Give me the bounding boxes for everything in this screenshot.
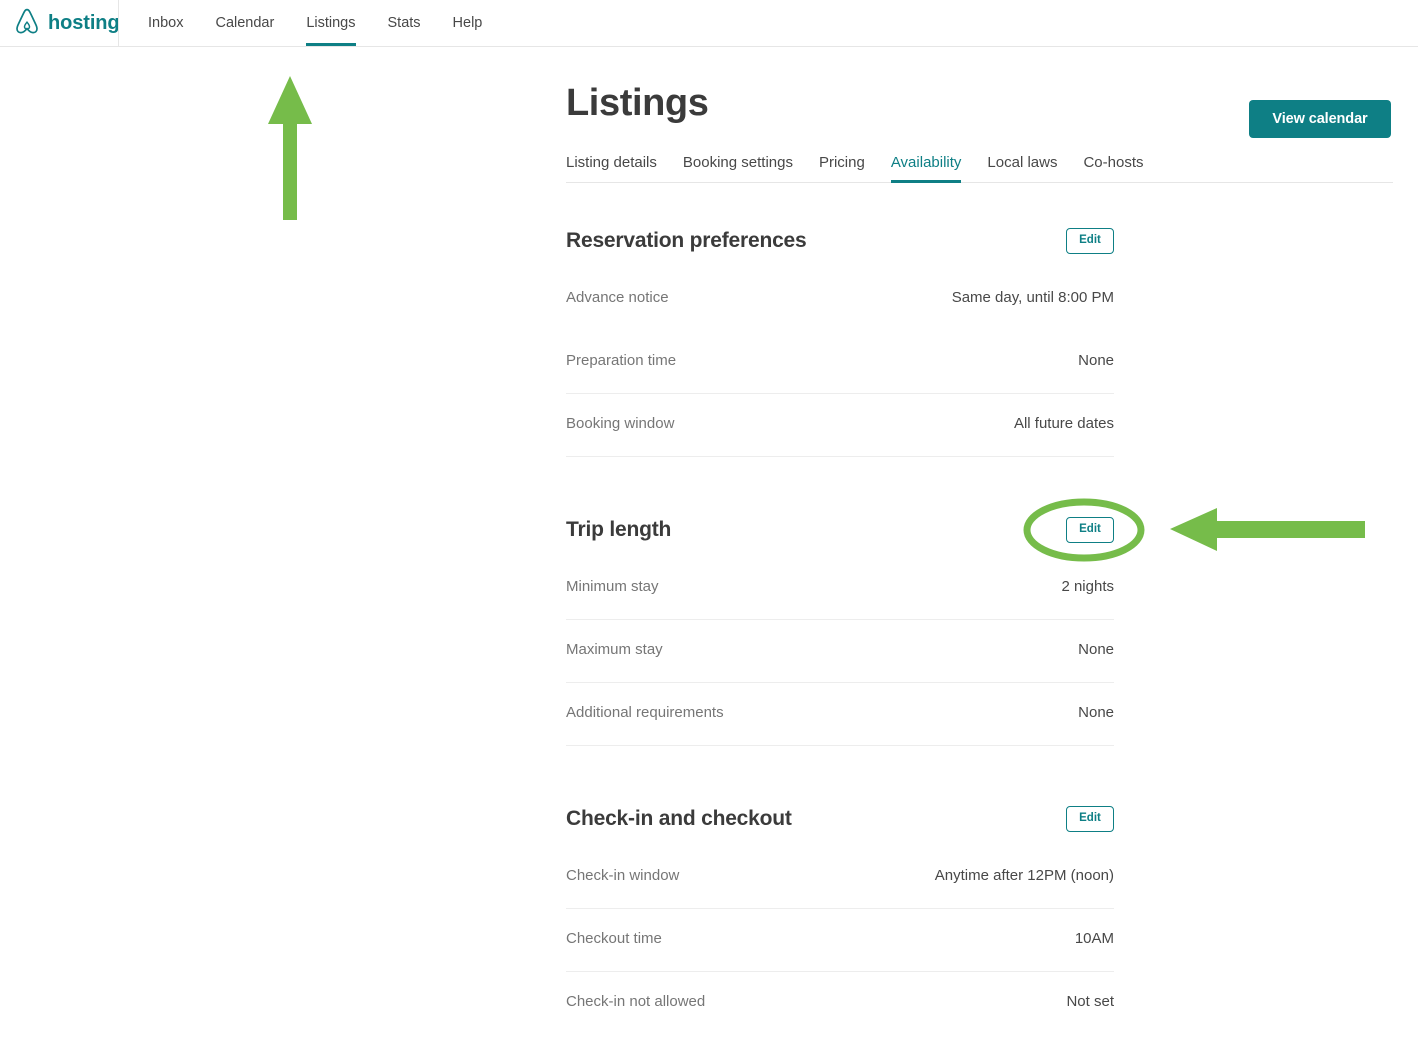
nav-item-inbox[interactable]: Inbox — [132, 0, 199, 46]
row-label: Advance notice — [566, 288, 669, 306]
row-checkout-time: Checkout time 10AM — [566, 909, 1114, 972]
row-value: Same day, until 8:00 PM — [951, 288, 1114, 306]
row-value: None — [1078, 640, 1114, 658]
row-maximum-stay: Maximum stay None — [566, 620, 1114, 683]
nav-item-stats[interactable]: Stats — [372, 0, 437, 46]
row-value: None — [1078, 351, 1114, 369]
row-booking-window: Booking window All future dates — [566, 394, 1114, 457]
rows-trip-length: Minimum stay 2 nights Maximum stay None … — [566, 557, 1114, 746]
edit-button-trip-length[interactable]: Edit — [1066, 516, 1114, 543]
annotation-left-arrow — [1170, 508, 1365, 551]
row-value: Anytime after 12PM (noon) — [934, 866, 1114, 884]
view-calendar-button[interactable]: View calendar — [1249, 100, 1391, 138]
row-value: All future dates — [1013, 414, 1114, 432]
row-label: Preparation time — [566, 351, 677, 369]
airbnb-belo-icon — [14, 7, 40, 40]
row-label: Maximum stay — [566, 640, 663, 658]
section-header: Check-in and checkout Edit — [566, 802, 1114, 836]
nav-item-calendar[interactable]: Calendar — [199, 0, 290, 46]
row-value: None — [1078, 703, 1114, 721]
section-title-reservation-preferences: Reservation preferences — [566, 228, 807, 252]
tab-local-laws[interactable]: Local laws — [987, 154, 1057, 182]
rows-checkin-checkout: Check-in window Anytime after 12PM (noon… — [566, 846, 1114, 1035]
tab-listing-details[interactable]: Listing details — [566, 154, 657, 182]
page-title: Listings — [566, 82, 709, 124]
row-label: Additional requirements — [566, 703, 724, 721]
section-trip-length: Trip length Edit Minimum stay 2 nights M… — [566, 513, 1114, 746]
tab-booking-settings[interactable]: Booking settings — [683, 154, 793, 182]
row-value: 2 nights — [1061, 577, 1114, 595]
tab-co-hosts[interactable]: Co-hosts — [1083, 154, 1143, 182]
annotation-up-arrow — [268, 76, 312, 220]
main-content: Listings Listing details Booking setting… — [566, 0, 1393, 1035]
row-checkin-window: Check-in window Anytime after 12PM (noon… — [566, 846, 1114, 909]
tab-pricing[interactable]: Pricing — [819, 154, 865, 182]
main-nav: Inbox Calendar Listings Stats Help — [132, 0, 498, 46]
brand-logo-group[interactable]: hosting — [14, 0, 120, 46]
row-label: Check-in not allowed — [566, 992, 706, 1010]
row-label: Booking window — [566, 414, 675, 432]
section-tabs: Listing details Booking settings Pricing… — [566, 154, 1393, 183]
row-additional-requirements: Additional requirements None — [566, 683, 1114, 746]
row-checkin-not-allowed: Check-in not allowed Not set — [566, 972, 1114, 1035]
section-header: Reservation preferences Edit — [566, 224, 1114, 258]
section-reservation-preferences: Reservation preferences Edit Advance not… — [566, 224, 1114, 457]
nav-item-listings[interactable]: Listings — [290, 0, 371, 46]
nav-item-help[interactable]: Help — [437, 0, 499, 46]
edit-button-reservation-preferences[interactable]: Edit — [1066, 227, 1114, 254]
row-preparation-time: Preparation time None — [566, 331, 1114, 394]
row-label: Checkout time — [566, 929, 662, 947]
row-minimum-stay: Minimum stay 2 nights — [566, 557, 1114, 620]
tab-availability[interactable]: Availability — [890, 154, 961, 183]
brand-name: hosting — [48, 12, 120, 34]
header-divider — [118, 0, 119, 46]
row-label: Check-in window — [566, 866, 680, 884]
row-value: Not set — [1066, 992, 1114, 1010]
rows-reservation-preferences: Advance notice Same day, until 8:00 PM P… — [566, 268, 1114, 457]
section-header: Trip length Edit — [566, 513, 1114, 547]
row-value: 10AM — [1074, 929, 1114, 947]
section-title-checkin-checkout: Check-in and checkout — [566, 806, 792, 830]
edit-button-checkin-checkout[interactable]: Edit — [1066, 805, 1114, 832]
section-checkin-checkout: Check-in and checkout Edit Check-in wind… — [566, 802, 1114, 1035]
row-advance-notice: Advance notice Same day, until 8:00 PM — [566, 268, 1114, 331]
row-label: Minimum stay — [566, 577, 659, 595]
section-title-trip-length: Trip length — [566, 517, 672, 541]
